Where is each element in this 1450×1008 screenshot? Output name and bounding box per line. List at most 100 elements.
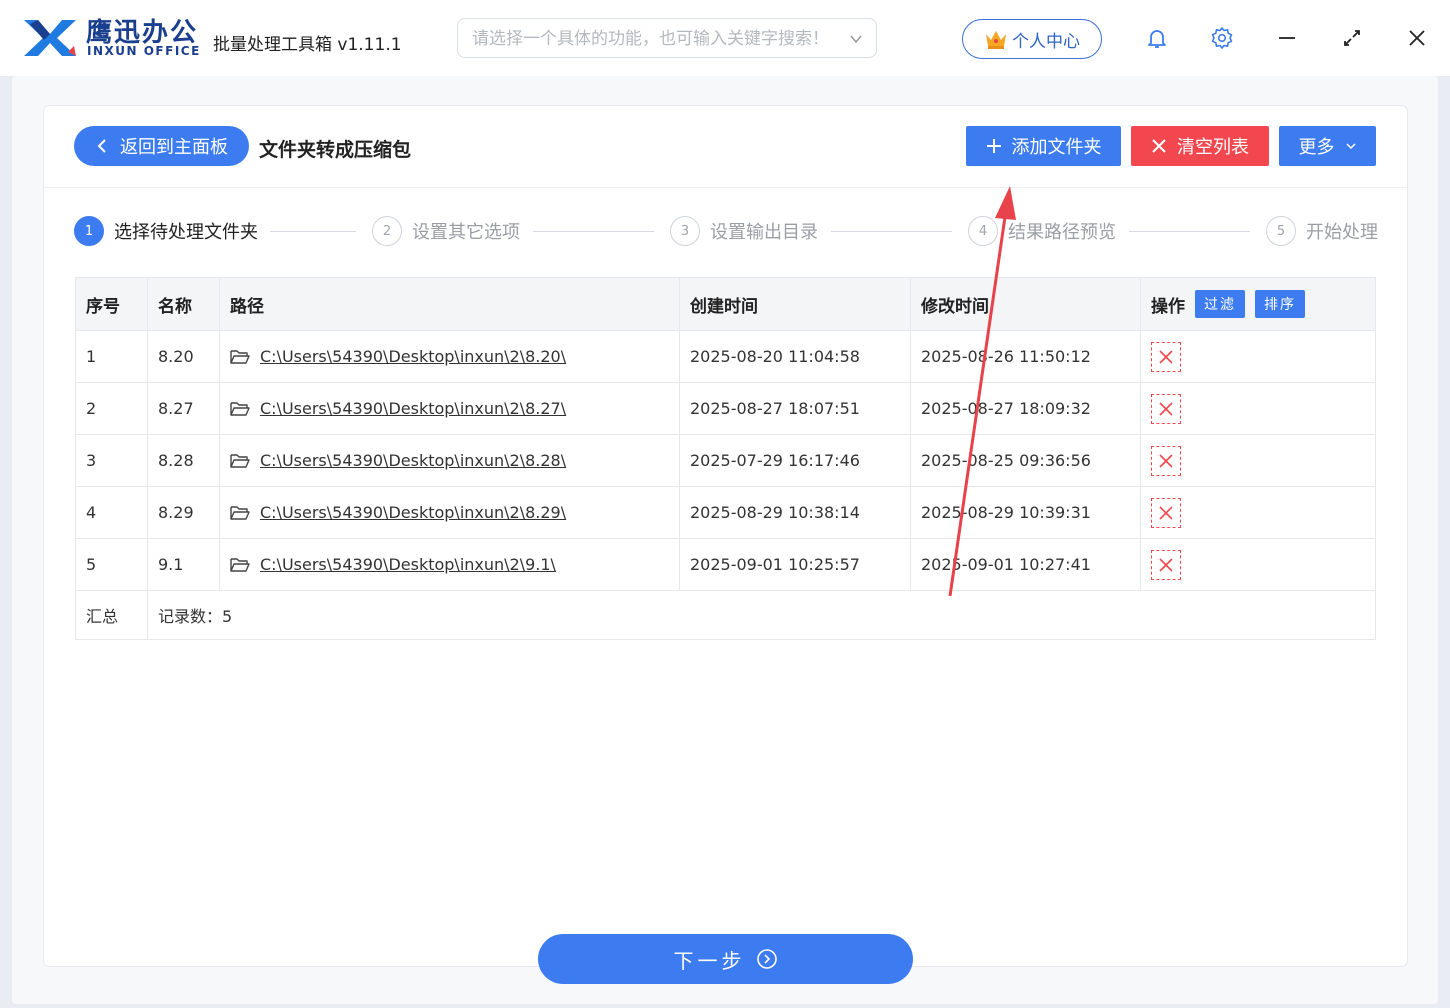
search-input[interactable] [472, 27, 832, 51]
folder-table: 序号 名称 路径 创建时间 修改时间 操作 过滤 排序 1 8.20 C:\Us… [75, 277, 1376, 640]
cell-no: 4 [76, 487, 148, 538]
x-icon [1159, 453, 1173, 468]
folder-open-icon [230, 505, 250, 520]
user-center-label: 个人中心 [1012, 31, 1080, 52]
summary-count: 记录数：5 [158, 607, 233, 626]
folder-open-icon [230, 453, 250, 468]
path-link[interactable]: C:\Users\54390\Desktop\inxun\2\8.28\ [260, 451, 566, 470]
delete-row-button[interactable] [1151, 445, 1181, 476]
cell-no: 2 [76, 383, 148, 434]
gear-icon[interactable] [1210, 26, 1234, 50]
more-button[interactable]: 更多 [1279, 126, 1376, 166]
path-link[interactable]: C:\Users\54390\Desktop\inxun\2\8.20\ [260, 347, 566, 366]
toolbar-divider [44, 187, 1407, 188]
header-name: 名称 [148, 278, 220, 330]
x-icon [1159, 349, 1173, 364]
step-label: 开始处理 [1306, 222, 1378, 243]
step-number: 5 [1266, 216, 1296, 246]
chevron-down-icon [1345, 143, 1356, 150]
path-link[interactable]: C:\Users\54390\Desktop\inxun\2\8.29\ [260, 503, 566, 522]
cell-no: 1 [76, 331, 148, 382]
table-row: 5 9.1 C:\Users\54390\Desktop\inxun\2\9.1… [76, 539, 1375, 591]
cell-name: 8.20 [148, 331, 220, 382]
table-row: 3 8.28 C:\Users\54390\Desktop\inxun\2\8.… [76, 435, 1375, 487]
step-number: 3 [670, 216, 700, 246]
bell-icon[interactable] [1145, 26, 1169, 50]
add-folder-button[interactable]: 添加文件夹 [966, 126, 1121, 166]
clear-list-button[interactable]: 清空列表 [1131, 126, 1269, 166]
cell-name: 8.28 [148, 435, 220, 486]
step-number: 1 [74, 216, 104, 246]
cell-modified: 2025-08-25 09:36:56 [911, 435, 1141, 486]
crown-icon [986, 31, 1006, 49]
cell-path: C:\Users\54390\Desktop\inxun\2\8.27\ [220, 383, 680, 434]
x-icon [1152, 139, 1166, 153]
page-title: 文件夹转成压缩包 [259, 139, 412, 161]
delete-row-button[interactable] [1151, 341, 1181, 372]
delete-row-button[interactable] [1151, 393, 1181, 424]
header-created: 创建时间 [680, 278, 911, 330]
cell-modified: 2025-09-01 10:27:41 [911, 539, 1141, 590]
table-row: 4 8.29 C:\Users\54390\Desktop\inxun\2\8.… [76, 487, 1375, 539]
cell-path: C:\Users\54390\Desktop\inxun\2\8.28\ [220, 435, 680, 486]
delete-row-button[interactable] [1151, 497, 1181, 528]
cell-no: 3 [76, 435, 148, 486]
table-row: 2 8.27 C:\Users\54390\Desktop\inxun\2\8.… [76, 383, 1375, 435]
cell-path: C:\Users\54390\Desktop\inxun\2\8.29\ [220, 487, 680, 538]
title-bar: 鹰迅办公 INXUN OFFICE 批量处理工具箱 v1.11.1 个人中心 [0, 0, 1450, 76]
x-icon [1159, 401, 1173, 416]
delete-row-button[interactable] [1151, 549, 1181, 580]
minimize-icon[interactable] [1275, 26, 1299, 50]
step-2: 2 设置其它选项 [372, 216, 520, 246]
brand-name-en: INXUN OFFICE [87, 44, 201, 58]
sort-button[interactable]: 排序 [1255, 290, 1305, 318]
step-4: 4 结果路径预览 [968, 216, 1116, 246]
cell-modified: 2025-08-29 10:39:31 [911, 487, 1141, 538]
back-to-main-button[interactable]: 返回到主面板 [74, 126, 249, 166]
close-icon[interactable] [1405, 26, 1429, 50]
cell-modified: 2025-08-27 18:09:32 [911, 383, 1141, 434]
header-modified: 修改时间 [911, 278, 1141, 330]
step-5: 5 开始处理 [1266, 216, 1378, 246]
x-icon [1159, 505, 1173, 520]
step-number: 4 [968, 216, 998, 246]
logo-icon [24, 20, 76, 56]
cell-path: C:\Users\54390\Desktop\inxun\2\8.20\ [220, 331, 680, 382]
step-label: 设置输出目录 [710, 222, 818, 243]
cell-op [1141, 487, 1375, 538]
cell-no: 5 [76, 539, 148, 590]
app-title: 批量处理工具箱 v1.11.1 [213, 35, 402, 55]
path-link[interactable]: C:\Users\54390\Desktop\inxun\2\8.27\ [260, 399, 566, 418]
filter-button[interactable]: 过滤 [1195, 290, 1245, 318]
back-label: 返回到主面板 [120, 137, 228, 158]
user-center-button[interactable]: 个人中心 [962, 19, 1102, 59]
plus-icon [986, 139, 1001, 153]
search-box[interactable] [457, 18, 877, 58]
path-link[interactable]: C:\Users\54390\Desktop\inxun\2\9.1\ [260, 555, 556, 574]
arrow-circle-right-icon [756, 949, 777, 969]
header-no: 序号 [76, 278, 148, 330]
chevron-down-icon[interactable] [848, 31, 864, 47]
cell-modified: 2025-08-26 11:50:12 [911, 331, 1141, 382]
clear-list-label: 清空列表 [1177, 137, 1249, 158]
step-label: 设置其它选项 [412, 222, 520, 243]
next-step-button[interactable]: 下一步 [538, 934, 913, 984]
chevron-left-icon [97, 139, 106, 153]
cell-op [1141, 539, 1375, 590]
cell-name: 8.27 [148, 383, 220, 434]
step-1: 1 选择待处理文件夹 [74, 216, 258, 246]
folder-open-icon [230, 557, 250, 572]
step-label: 选择待处理文件夹 [114, 222, 258, 243]
next-label: 下一步 [673, 948, 746, 973]
cell-created: 2025-08-29 10:38:14 [680, 487, 911, 538]
cell-created: 2025-09-01 10:25:57 [680, 539, 911, 590]
x-icon [1159, 557, 1173, 572]
step-connector [270, 231, 356, 232]
cell-op [1141, 331, 1375, 382]
table-header: 序号 名称 路径 创建时间 修改时间 操作 过滤 排序 [76, 278, 1375, 331]
header-op: 操作 过滤 排序 [1141, 278, 1375, 330]
folder-open-icon [230, 401, 250, 416]
cell-name: 9.1 [148, 539, 220, 590]
maximize-icon[interactable] [1340, 26, 1364, 50]
cell-created: 2025-08-20 11:04:58 [680, 331, 911, 382]
